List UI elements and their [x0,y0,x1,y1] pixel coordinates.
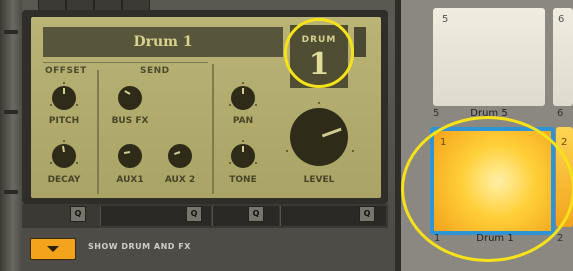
tick [63,140,65,142]
pan-knob[interactable] [231,86,255,110]
q-button[interactable]: Q [359,206,375,222]
show-drum-fx-label: SHOW DRUM AND FX [88,242,191,251]
panel-separator [395,0,401,271]
decay-label: DECAY [47,175,81,185]
pad-number: 5 [442,14,449,25]
tone-label: TONE [229,175,257,185]
tick [76,162,78,164]
pad-number: 2 [561,137,568,148]
tick [50,104,52,106]
section-send: SEND [140,66,170,76]
tick [50,162,52,164]
pad-left-index: 5 [433,108,440,119]
tick [318,102,320,104]
tick [229,104,231,106]
aux2-label: AUX 2 [164,175,196,185]
name-side-tab [354,27,366,57]
highlight-circle-drum-number [284,18,354,88]
pan-label: PAN [232,116,254,126]
show-toggle-row [22,228,395,271]
level-label: LEVEL [303,175,335,185]
q-button[interactable]: Q [186,206,202,222]
decay-knob[interactable] [52,144,76,168]
pad-right-index: 2 [557,233,564,244]
tick [352,150,354,152]
divider [97,70,99,194]
tick [229,162,231,164]
pitch-label: PITCH [48,116,80,126]
q-button[interactable]: Q [70,206,86,222]
bus-fx-knob[interactable] [118,86,142,110]
tick [63,82,65,84]
tick [242,82,244,84]
rail-slot [4,30,18,34]
aux1-knob[interactable] [118,144,142,168]
highlight-circle-pad [401,116,573,262]
aux2-knob[interactable] [168,144,192,168]
level-knob[interactable] [290,108,348,166]
q-slot [212,206,279,226]
tick [242,140,244,142]
rail-slot [4,190,18,194]
rack-rail [0,0,22,271]
tick [76,104,78,106]
section-offset: OFFSET [45,66,87,76]
pad-right-index: 6 [557,108,564,119]
tick [255,104,257,106]
divider [43,62,208,63]
rail-slot [4,110,18,114]
pad-5[interactable] [433,8,545,106]
tick [255,162,257,164]
triangle-down-icon [47,246,59,252]
drum-name: Drum 1 [133,34,193,50]
tick [286,150,288,152]
q-button[interactable]: Q [248,206,264,222]
pad-number: 6 [558,14,565,25]
tone-knob[interactable] [231,144,255,168]
pitch-knob[interactable] [52,86,76,110]
bus-fx-label: BUS FX [111,116,149,126]
drum-name-display[interactable]: Drum 1 [43,27,283,57]
show-drum-fx-button[interactable] [30,238,76,260]
